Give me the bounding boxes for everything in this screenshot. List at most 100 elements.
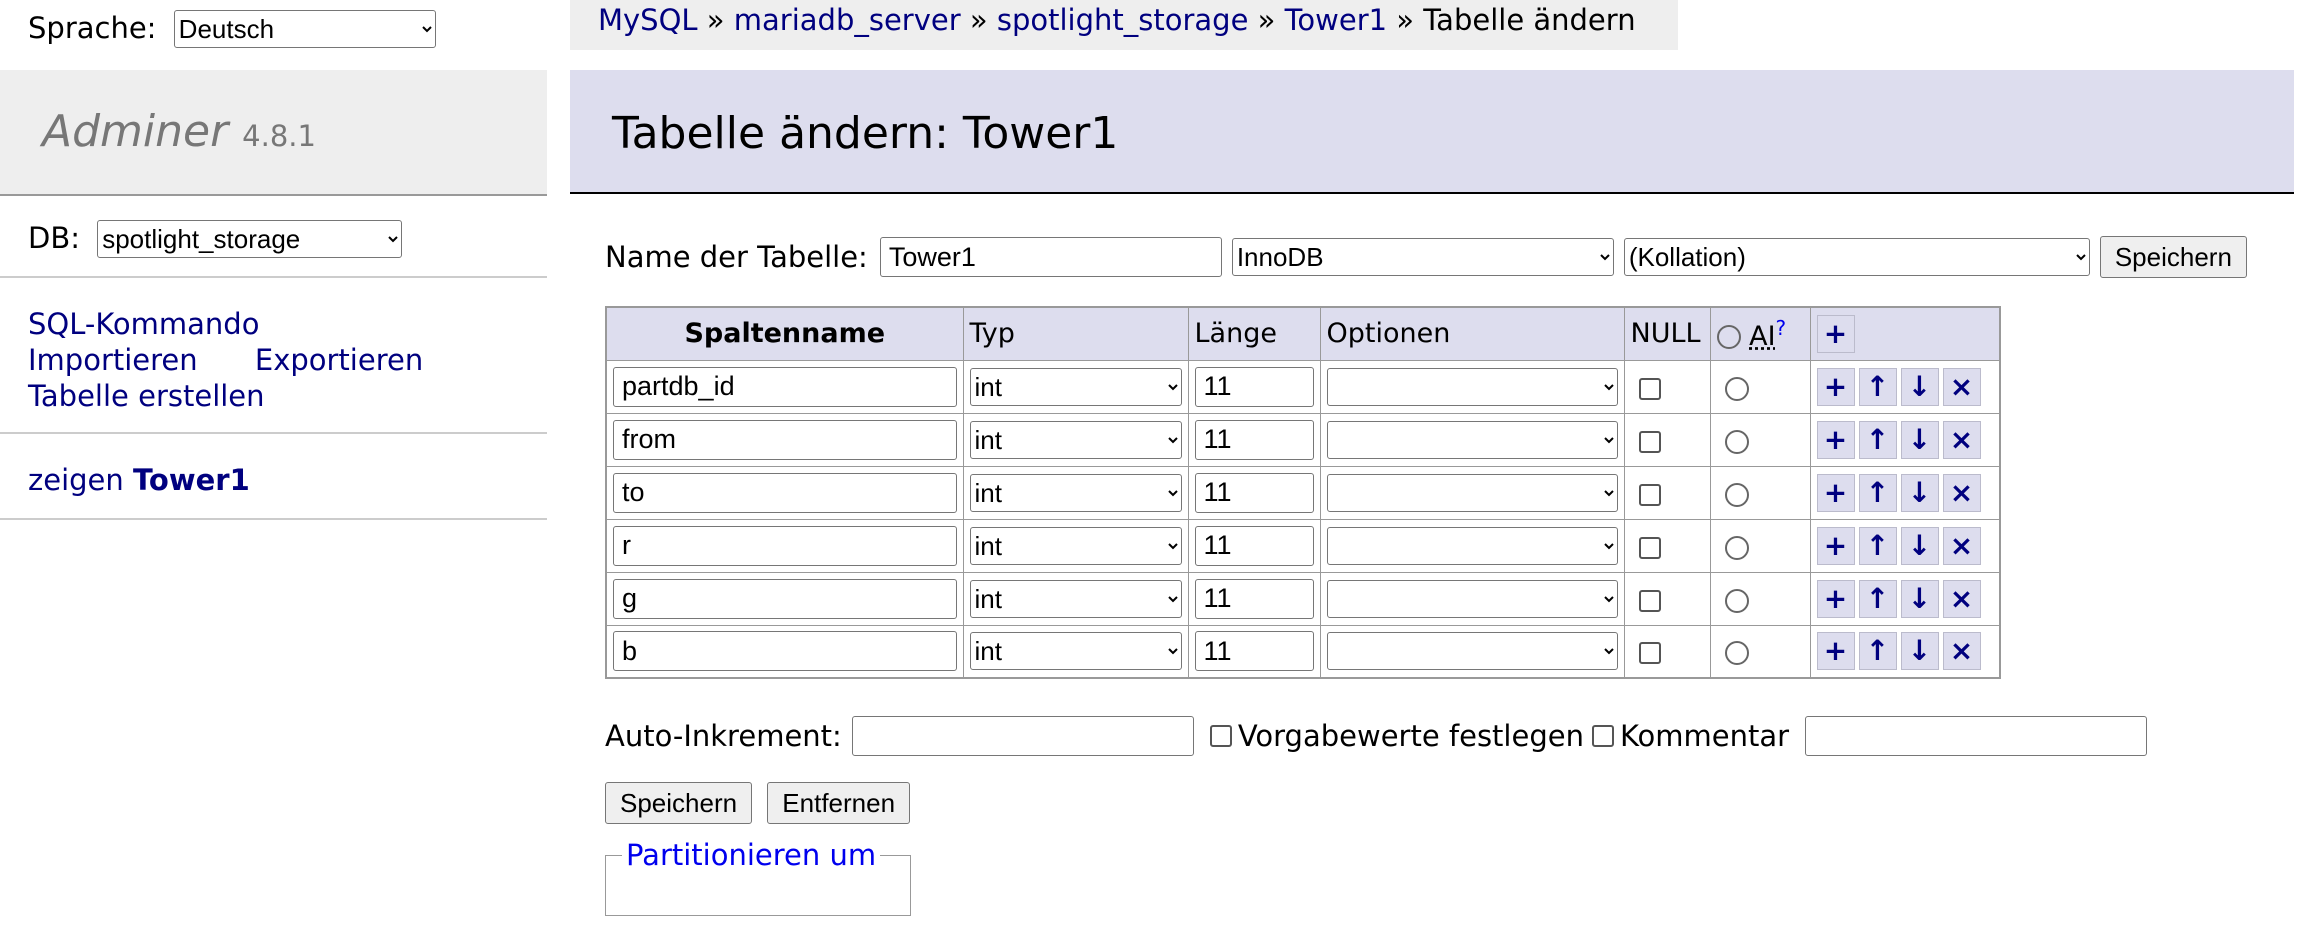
add-after-icon[interactable]: + [1816, 579, 1855, 618]
column-name-input[interactable] [613, 472, 957, 513]
move-up-icon[interactable]: ↑ [1858, 473, 1897, 512]
remove-column-icon[interactable]: × [1942, 632, 1981, 671]
column-type-select[interactable]: int [969, 473, 1182, 512]
remove-column-icon[interactable]: × [1942, 473, 1981, 512]
column-options-select[interactable] [1326, 367, 1618, 406]
add-after-icon[interactable]: + [1816, 367, 1855, 406]
column-length-input[interactable] [1194, 366, 1314, 407]
add-after-icon[interactable]: + [1816, 420, 1855, 459]
column-options-select[interactable] [1326, 420, 1618, 459]
column-type-select[interactable]: int [969, 526, 1182, 565]
db-label: DB: [28, 221, 80, 255]
ai-radio[interactable] [1724, 429, 1749, 454]
remove-column-icon[interactable]: × [1942, 420, 1981, 459]
move-down-icon[interactable]: ↓ [1900, 632, 1939, 671]
column-length-input[interactable] [1194, 419, 1314, 460]
save-button-top[interactable]: Speichern [2099, 236, 2247, 278]
show-table-link[interactable]: zeigen [28, 463, 124, 497]
import-link[interactable]: Importieren [28, 342, 198, 378]
column-options-select[interactable] [1326, 526, 1618, 565]
table-name-label: Name der Tabelle: [605, 240, 868, 274]
move-up-icon[interactable]: ↑ [1858, 632, 1897, 671]
column-type-select[interactable]: int [969, 579, 1182, 618]
ai-radio[interactable] [1724, 641, 1749, 666]
table-row: int +↑↓× [605, 571, 2001, 626]
null-checkbox[interactable] [1638, 642, 1661, 665]
add-after-icon[interactable]: + [1816, 526, 1855, 565]
column-length-input[interactable] [1194, 525, 1314, 566]
column-length-input[interactable] [1194, 578, 1314, 619]
null-checkbox[interactable] [1638, 483, 1661, 506]
move-down-icon[interactable]: ↓ [1900, 367, 1939, 406]
app-logo[interactable]: Adminer 4.8.1 [42, 106, 316, 157]
auto-increment-row: Auto-Inkrement: Vorgabewerte festlegen K… [605, 714, 2148, 758]
ai-radio[interactable] [1724, 482, 1749, 507]
remove-column-icon[interactable]: × [1942, 579, 1981, 618]
add-after-icon[interactable]: + [1816, 473, 1855, 512]
collation-select[interactable]: (Kollation) [1623, 238, 2090, 276]
add-column-icon[interactable]: + [1816, 314, 1855, 353]
cell-ai [1709, 359, 1811, 414]
move-up-icon[interactable]: ↑ [1858, 367, 1897, 406]
create-table-link[interactable]: Tabelle erstellen [28, 378, 265, 414]
cell-ai [1709, 465, 1811, 520]
column-length-input[interactable] [1194, 472, 1314, 513]
null-checkbox[interactable] [1638, 377, 1661, 400]
cell-name [605, 412, 964, 467]
null-checkbox[interactable] [1638, 536, 1661, 559]
column-type-select[interactable]: int [969, 420, 1182, 459]
breadcrumb-mysql[interactable]: MySQL [598, 3, 698, 37]
table-name-input[interactable] [879, 237, 1222, 277]
page-header: Tabelle ändern: Tower1 [570, 70, 2294, 194]
ai-radio[interactable] [1724, 535, 1749, 560]
move-up-icon[interactable]: ↑ [1858, 579, 1897, 618]
export-link[interactable]: Exportieren [255, 342, 423, 378]
move-down-icon[interactable]: ↓ [1900, 473, 1939, 512]
sql-command-link[interactable]: SQL-Kommando [28, 306, 259, 342]
column-name-input[interactable] [613, 525, 957, 566]
null-checkbox[interactable] [1638, 430, 1661, 453]
save-button[interactable]: Speichern [605, 782, 753, 824]
partition-toggle-link[interactable]: Partitionieren um [622, 838, 880, 872]
remove-button[interactable]: Entfernen [767, 782, 911, 824]
column-name-input[interactable] [613, 578, 957, 619]
breadcrumb-server[interactable]: mariadb_server [734, 3, 961, 37]
table-link-tower1[interactable]: Tower1 [133, 463, 250, 497]
divider [0, 432, 547, 434]
column-name-input[interactable] [613, 366, 957, 407]
column-type-select[interactable]: int [969, 367, 1182, 406]
move-down-icon[interactable]: ↓ [1900, 579, 1939, 618]
move-down-icon[interactable]: ↓ [1900, 420, 1939, 459]
remove-column-icon[interactable]: × [1942, 367, 1981, 406]
column-options-select[interactable] [1326, 473, 1618, 512]
ai-radio[interactable] [1724, 588, 1749, 613]
column-options-select[interactable] [1326, 632, 1618, 671]
move-up-icon[interactable]: ↑ [1858, 526, 1897, 565]
ai-none-radio[interactable] [1716, 325, 1741, 350]
language-select[interactable]: Deutsch [173, 10, 436, 48]
null-checkbox[interactable] [1638, 589, 1661, 612]
breadcrumb-database[interactable]: spotlight_storage [997, 3, 1249, 37]
move-up-icon[interactable]: ↑ [1858, 420, 1897, 459]
comment-input[interactable] [1805, 716, 2148, 756]
column-length-input[interactable] [1194, 631, 1314, 672]
engine-select[interactable]: InnoDB [1231, 238, 1614, 276]
cell-options [1319, 571, 1625, 626]
cell-ai [1709, 624, 1811, 679]
column-name-input[interactable] [613, 631, 957, 672]
defaults-checkbox[interactable] [1209, 725, 1232, 747]
auto-increment-input[interactable] [851, 716, 1194, 756]
cell-length [1187, 412, 1321, 467]
ai-radio[interactable] [1724, 376, 1749, 401]
comment-label: Kommentar [1619, 719, 1790, 753]
move-down-icon[interactable]: ↓ [1900, 526, 1939, 565]
breadcrumb-table[interactable]: Tower1 [1285, 3, 1387, 37]
column-type-select[interactable]: int [969, 632, 1182, 671]
remove-column-icon[interactable]: × [1942, 526, 1981, 565]
column-options-select[interactable] [1326, 579, 1618, 618]
add-after-icon[interactable]: + [1816, 632, 1855, 671]
column-name-input[interactable] [613, 419, 957, 460]
help-icon[interactable]: ? [1776, 316, 1787, 340]
comment-checkbox[interactable] [1591, 725, 1614, 747]
db-select[interactable]: spotlight_storage [97, 220, 403, 258]
